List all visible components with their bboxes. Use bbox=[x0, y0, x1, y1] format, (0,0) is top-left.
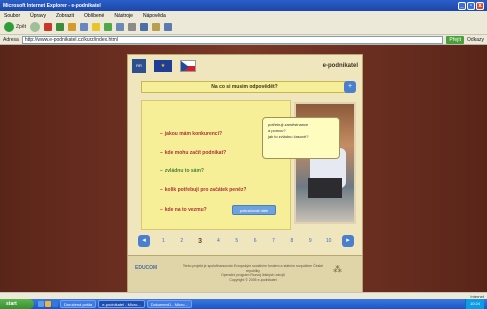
go-button[interactable]: Přejít bbox=[446, 35, 465, 44]
window-title: Microsoft Internet Explorer - e-podnikat… bbox=[3, 2, 101, 9]
browser-toolbar: Zpět bbox=[0, 20, 487, 35]
start-button[interactable]: start bbox=[0, 299, 34, 309]
menu-edit[interactable]: Úpravy bbox=[30, 13, 46, 19]
zone-indicator: Internet bbox=[470, 293, 484, 299]
continue-button[interactable]: pokračovat dále bbox=[232, 205, 276, 215]
refresh-icon[interactable] bbox=[56, 23, 65, 31]
home-icon[interactable] bbox=[68, 23, 77, 31]
page-link[interactable]: 9 bbox=[305, 238, 315, 244]
menu-tools[interactable]: Nástroje bbox=[114, 13, 133, 19]
menu-favorites[interactable]: Oblíbené bbox=[84, 13, 104, 19]
page-link-current[interactable]: 3 bbox=[195, 238, 205, 245]
forward-arrow-icon[interactable] bbox=[30, 22, 41, 32]
option-label: kde na to vezmu? bbox=[164, 207, 207, 213]
option-label: jakou mám konkurenci? bbox=[164, 131, 223, 137]
menu-help[interactable]: Nápověda bbox=[143, 13, 166, 19]
page-link[interactable]: 5 bbox=[232, 238, 242, 244]
print-icon[interactable] bbox=[128, 23, 137, 31]
regional-logo: RR bbox=[132, 59, 146, 73]
option-item-location[interactable]: – kde mohu začít podnikat? bbox=[160, 150, 226, 156]
system-tray-clock: 10:24 bbox=[464, 299, 484, 309]
option-item-money[interactable]: – kolik potřebuji pro začátek peněz? bbox=[160, 187, 246, 193]
panel-header: RR ★ e-podnikatel bbox=[128, 55, 362, 77]
stop-icon[interactable] bbox=[44, 23, 53, 31]
address-input[interactable]: http://www.e-podnikatel.cz/kurz/index.ht… bbox=[21, 35, 444, 44]
page-link[interactable]: 6 bbox=[250, 238, 260, 244]
browser-icon[interactable] bbox=[45, 301, 51, 307]
back-button[interactable]: Zpět bbox=[4, 22, 26, 32]
pagination: ◂ 1 2 3 4 5 6 7 8 9 10 ▸ bbox=[138, 235, 354, 247]
panel-footer: EDUCOM Tento projekt je spolufinancován … bbox=[128, 255, 362, 293]
option-item-competition[interactable]: – jakou mám konkurenci? bbox=[160, 131, 222, 137]
task-button[interactable]: Doručená pošta bbox=[60, 300, 97, 308]
page-link[interactable]: 2 bbox=[177, 238, 187, 244]
page-link[interactable]: 8 bbox=[287, 238, 297, 244]
back-label: Zpět bbox=[16, 24, 27, 30]
footer-text: Tento projekt je spolufinancován Evropsk… bbox=[178, 264, 328, 282]
option-item-self[interactable]: – zvládnu to sám? bbox=[160, 168, 204, 174]
messenger-icon[interactable] bbox=[164, 23, 173, 31]
option-item-funding[interactable]: – kde na to vezmu? bbox=[160, 207, 207, 213]
menu-file[interactable]: Soubor bbox=[4, 13, 20, 19]
question-nav-button[interactable]: + bbox=[344, 81, 356, 93]
discuss-icon[interactable] bbox=[152, 23, 161, 31]
favorites-star-icon[interactable] bbox=[92, 23, 101, 31]
page-link[interactable]: 1 bbox=[158, 238, 168, 244]
menu-view[interactable]: Zobrazit bbox=[56, 13, 74, 19]
quick-launch bbox=[38, 301, 58, 307]
taskbar: start Doručená pošta e-podnikatel - Micr… bbox=[0, 299, 487, 309]
hint-tooltip: potřebuji zaměstnance a pomoc? jak to zv… bbox=[262, 117, 340, 159]
footer-line: Copyright © 2005 e-podnikatel bbox=[229, 277, 277, 282]
task-button-active[interactable]: e-podnikatel - Micro... bbox=[98, 300, 145, 308]
footer-line: Tento projekt je spolufinancován Evropsk… bbox=[182, 264, 324, 273]
eu-flag-icon: ★ bbox=[154, 60, 172, 72]
links-label[interactable]: Odkazy bbox=[467, 37, 484, 43]
educom-logo: EDUCOM bbox=[135, 265, 158, 271]
option-label: zvládnu to sám? bbox=[164, 168, 204, 174]
address-bar: Adresa http://www.e-podnikatel.cz/kurz/i… bbox=[0, 35, 487, 45]
maximize-button[interactable]: ▫ bbox=[467, 1, 475, 10]
brand-title: e-podnikatel bbox=[322, 63, 358, 69]
tooltip-line: jak to zvládnu časově? bbox=[268, 134, 309, 139]
address-label: Adresa bbox=[3, 36, 19, 43]
page-link[interactable]: 10 bbox=[324, 238, 334, 244]
page-link[interactable]: 4 bbox=[213, 238, 223, 244]
decoration-icon: ⁂ bbox=[333, 264, 342, 274]
back-arrow-icon bbox=[4, 22, 14, 32]
czech-flag-icon bbox=[180, 60, 196, 72]
menu-bar: Soubor Úpravy Zobrazit Oblíbené Nástroje… bbox=[0, 11, 487, 20]
task-button[interactable]: Dokument1 - Micro... bbox=[146, 300, 192, 308]
page-content: RR ★ e-podnikatel Na co si musim odpověd… bbox=[0, 45, 487, 299]
next-page-button[interactable]: ▸ bbox=[341, 235, 354, 247]
minimize-button[interactable]: _ bbox=[458, 1, 466, 10]
option-label: kde mohu začít podnikat? bbox=[164, 150, 227, 156]
page-link[interactable]: 7 bbox=[269, 238, 279, 244]
search-icon[interactable] bbox=[80, 23, 89, 31]
status-bar: Internet bbox=[0, 292, 487, 299]
option-label: kolik potřebuji pro začátek peněz? bbox=[164, 187, 247, 193]
mail-client-icon[interactable] bbox=[52, 301, 58, 307]
edit-icon[interactable] bbox=[140, 23, 149, 31]
window-titlebar: Microsoft Internet Explorer - e-podnikat… bbox=[0, 0, 487, 11]
close-button[interactable]: x bbox=[476, 1, 484, 10]
desktop-icon[interactable] bbox=[38, 301, 44, 307]
prev-page-button[interactable]: ◂ bbox=[138, 235, 150, 247]
mail-icon[interactable] bbox=[116, 23, 125, 31]
history-icon[interactable] bbox=[104, 23, 113, 31]
question-heading: Na co si musim odpovědět? bbox=[141, 81, 348, 93]
course-panel: RR ★ e-podnikatel Na co si musim odpověd… bbox=[127, 54, 363, 293]
